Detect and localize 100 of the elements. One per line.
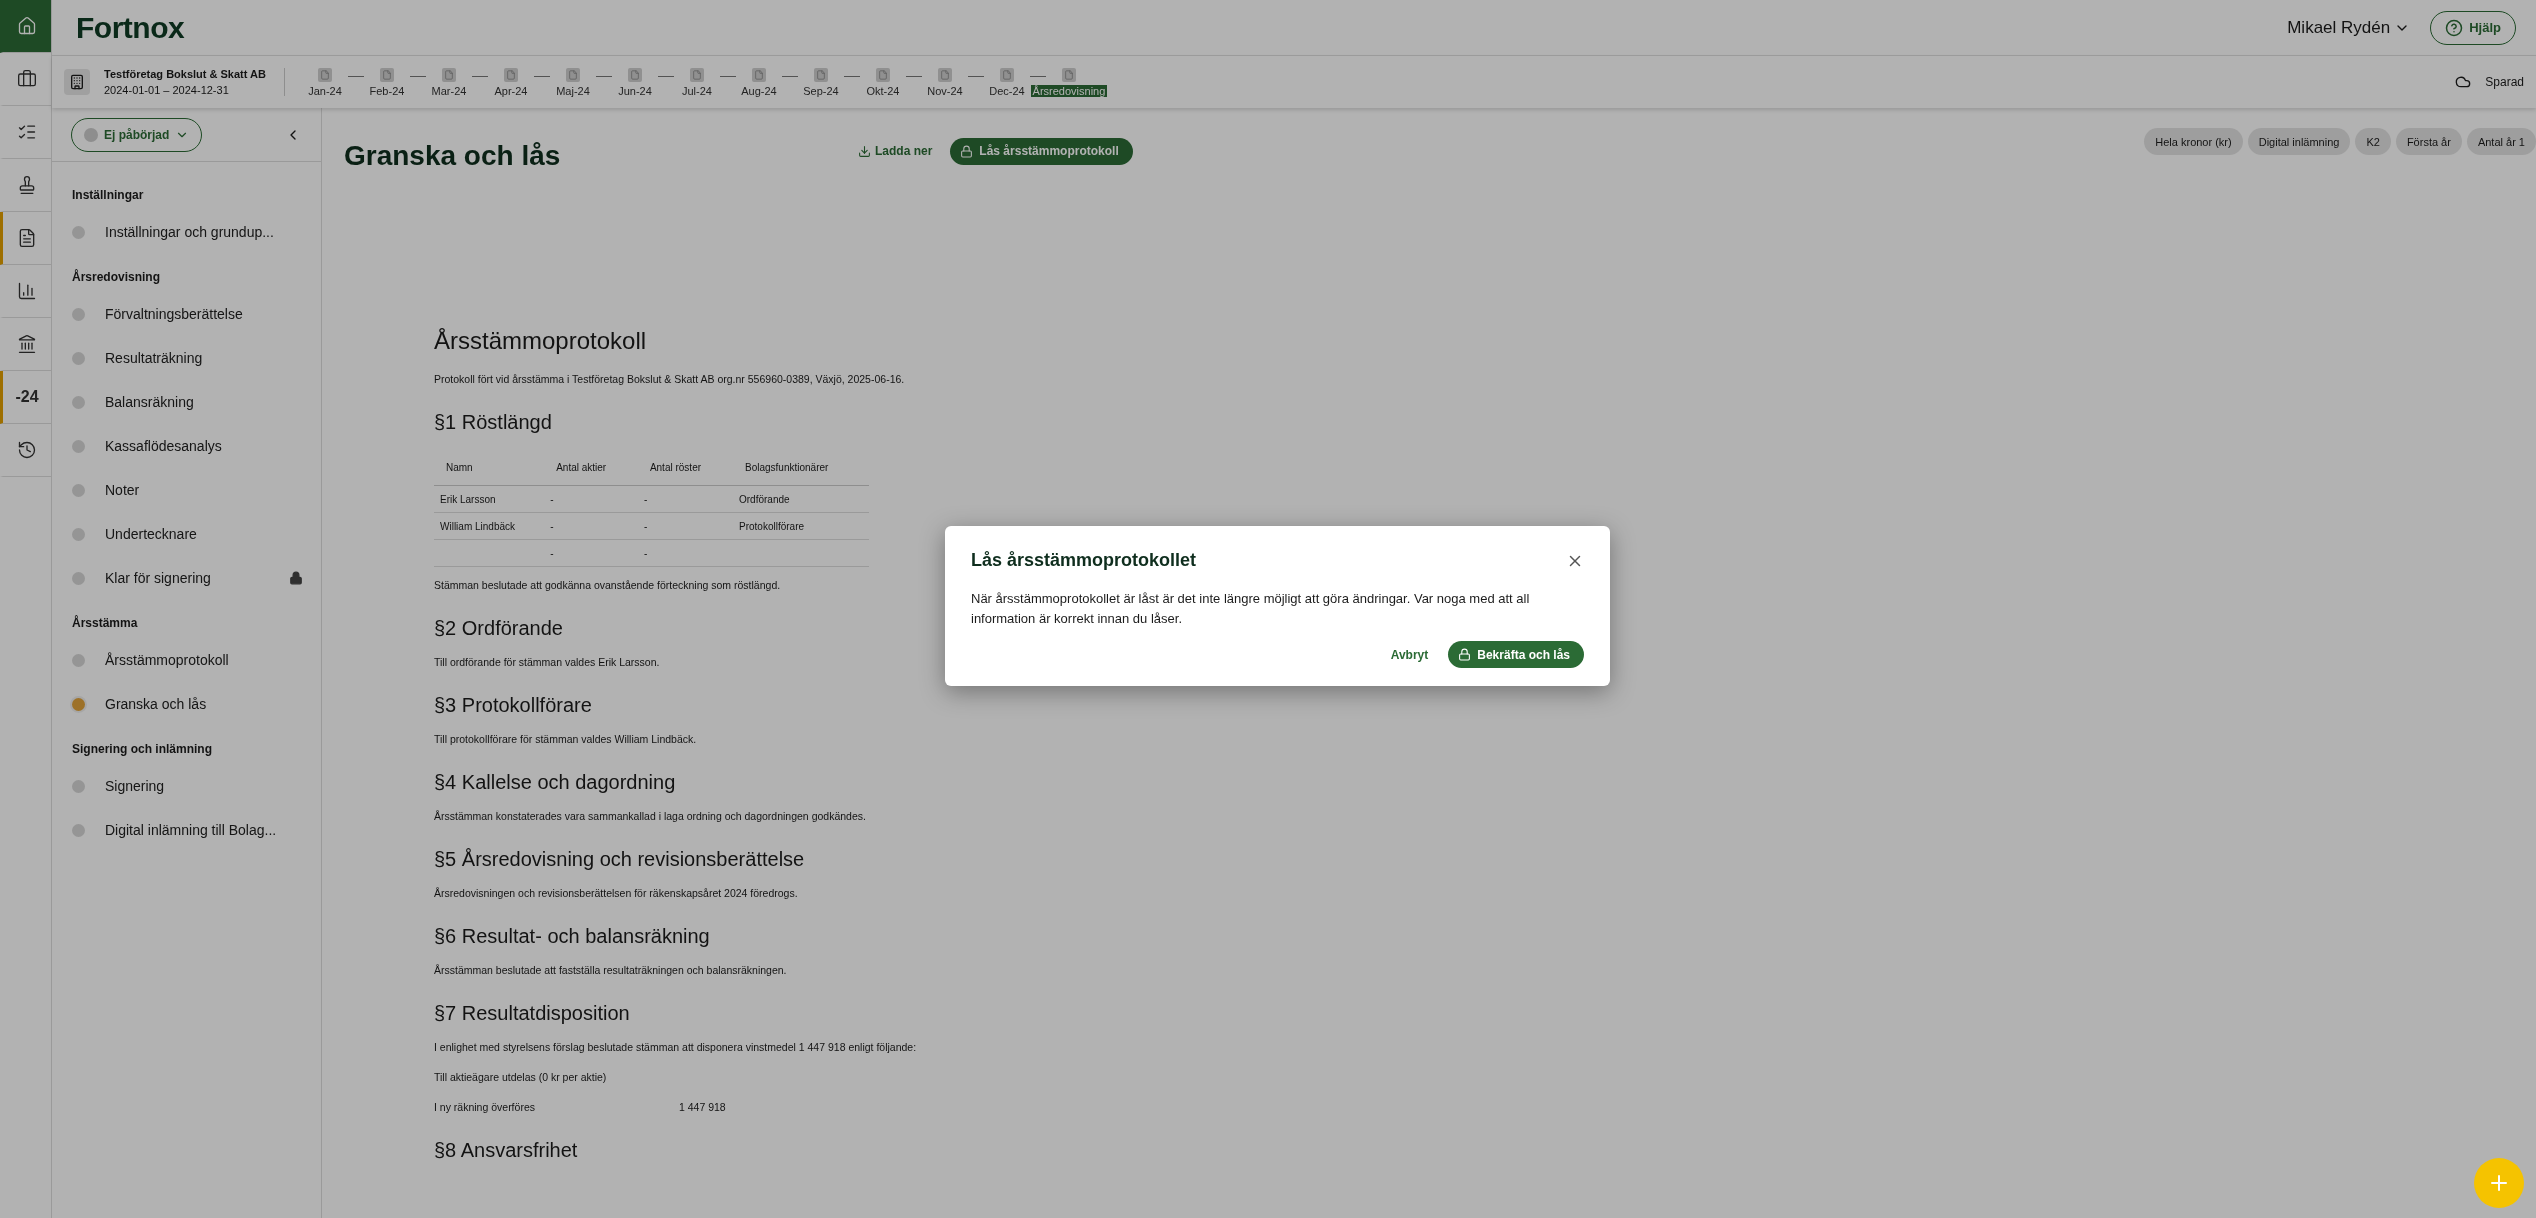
- period-tab[interactable]: Årsredovisning: [1030, 84, 1108, 97]
- paragraph: Till protokollförare för stämman valdes William Lindbäck.: [434, 733, 697, 745]
- file-icon: [813, 67, 828, 82]
- nav-item[interactable]: Digital inlämning till Bolag...: [105, 822, 303, 838]
- setting-tag: K2: [2355, 128, 2391, 155]
- file-icon: [379, 67, 394, 82]
- document-title: Årsstämmoprotokoll: [434, 327, 648, 355]
- period-tab[interactable]: Jul-24: [680, 84, 714, 97]
- table-cell: -: [544, 539, 638, 567]
- file-icon: [503, 67, 518, 82]
- section-heading: §4 Kallelse och dagordning: [434, 771, 676, 794]
- file-icon: [441, 67, 456, 82]
- file-icon: [565, 67, 580, 82]
- save-status: Sparad: [2485, 75, 2524, 89]
- paragraph: Protokoll fört vid årsstämma i Testföretag Bokslut & Skatt AB org.nr 556960-0389, Växjö, 2025-06-16.: [434, 373, 905, 385]
- paragraph: Till ordförande för stämman valdes Erik Larsson.: [434, 656, 660, 668]
- status-dropdown[interactable]: Ej påbörjad: [71, 117, 203, 152]
- paragraph: Årsstämman konstaterades vara sammankallad i laga ordning och dagordningen godkändes.: [434, 810, 866, 822]
- year-tab[interactable]: -24: [0, 371, 51, 424]
- table-cell: Protokollförare: [733, 512, 869, 540]
- period-tab[interactable]: Maj-24: [554, 84, 592, 97]
- checklist-icon: [17, 122, 37, 142]
- lock-icon: [1458, 648, 1472, 661]
- logo: Fortnox: [76, 10, 186, 45]
- lock-button[interactable]: Lås årsstämmoprotokoll: [950, 137, 1133, 165]
- history-icon: [17, 440, 37, 460]
- amount-value: 1 447 918: [679, 1101, 726, 1113]
- period-tab[interactable]: Jun-24: [616, 84, 654, 97]
- period-tab[interactable]: Mar-24: [429, 84, 469, 97]
- table-cell: -: [637, 485, 733, 513]
- help-icon: [2445, 18, 2464, 37]
- amount-label: I ny räkning överföres: [434, 1101, 536, 1113]
- nav-item[interactable]: Förvaltningsberättelse: [105, 306, 303, 322]
- download-icon: [858, 144, 871, 158]
- paragraph: Årsredovisningen och revisionsberättelsen för räkenskapsåret 2024 föredrogs.: [434, 887, 798, 899]
- column-header: Antal aktier: [544, 450, 638, 486]
- help-button[interactable]: Hjälp: [2430, 10, 2516, 45]
- period-tab[interactable]: Okt-24: [864, 84, 902, 97]
- nav-item[interactable]: Inställningar och grundup...: [105, 224, 303, 240]
- section-heading: §2 Ordförande: [434, 617, 563, 640]
- column-header: Antal röster: [637, 450, 733, 486]
- setting-tag: Antal år 1: [2466, 128, 2536, 155]
- table-cell: -: [637, 539, 733, 567]
- paragraph: Årsstämman beslutade att fastställa resultaträkningen och balansräkningen.: [434, 964, 787, 976]
- section-heading: §6 Resultat- och balansräkning: [434, 925, 710, 948]
- file-icon: [1061, 67, 1076, 82]
- period-tab[interactable]: Dec-24: [987, 84, 1027, 97]
- file-icon: [317, 67, 332, 82]
- column-header: Bolagsfunktionärer: [733, 450, 869, 486]
- period-tab[interactable]: Apr-24: [492, 84, 530, 97]
- column-header: Namn: [434, 450, 545, 486]
- period-tab[interactable]: Jan-24: [306, 84, 344, 97]
- fiscal-period: 2024-01-01 – 2024-12-31: [104, 84, 230, 96]
- building-icon: [64, 69, 90, 95]
- status-icon: [84, 127, 98, 142]
- section-title: Årsredovisning: [72, 270, 162, 284]
- section-title: Signering och inlämning: [72, 742, 213, 756]
- paragraph: I enlighet med styrelsens förslag beslutade stämman att disponera vinstmedel 1 447 918 enligt följande:: [434, 1041, 917, 1053]
- section-heading: §7 Resultatdisposition: [434, 1002, 630, 1025]
- file-icon: [689, 67, 704, 82]
- section-title: Årsstämma: [72, 616, 139, 630]
- nav-item[interactable]: Kassaflödesanalys: [105, 438, 303, 454]
- nav-item[interactable]: Klar för signering: [105, 570, 269, 586]
- nav-item[interactable]: Balansräkning: [105, 394, 303, 410]
- nav-item[interactable]: Undertecknare: [105, 526, 303, 542]
- briefcase-icon: [17, 69, 37, 89]
- table-cell: -: [544, 485, 638, 513]
- setting-tag: Hela kronor (kr): [2144, 128, 2243, 155]
- stamp-icon: [17, 175, 37, 195]
- nav-item[interactable]: Noter: [105, 482, 303, 498]
- table-cell: Ordförande: [733, 485, 869, 513]
- confirm-button[interactable]: Bekräfta och lås: [1448, 641, 1584, 668]
- period-tab[interactable]: Sep-24: [801, 84, 841, 97]
- cancel-button[interactable]: Avbryt: [1384, 646, 1435, 663]
- user-menu[interactable]: Mikael Rydén: [2287, 17, 2411, 38]
- section-heading: §5 Årsredovisning och revisionsberättelse: [434, 848, 805, 871]
- file-icon: [999, 67, 1014, 82]
- period-tab[interactable]: Nov-24: [925, 84, 965, 97]
- period-tab[interactable]: Aug-24: [739, 84, 779, 97]
- setting-tag: Digital inlämning: [2247, 128, 2351, 155]
- bar-chart-icon: [17, 281, 37, 301]
- nav-item[interactable]: Resultaträkning: [105, 350, 303, 366]
- home-icon: [17, 16, 37, 36]
- table-cell: -: [544, 512, 638, 540]
- file-icon: [627, 67, 642, 82]
- company-name: Testföretag Bokslut & Skatt AB: [104, 68, 266, 80]
- download-button[interactable]: Ladda ner: [852, 143, 939, 159]
- bank-icon: [17, 334, 37, 354]
- table-cell: Erik Larsson: [434, 485, 545, 513]
- paragraph: Stämman beslutade att godkänna ovanstående förteckning som röstlängd.: [434, 579, 781, 591]
- nav-item[interactable]: Signering: [105, 778, 303, 794]
- dialog-message: När årsstämmoprotokollet är låst är det inte längre möjligt att göra ändringar. Var noga med att all information är korrekt innan du låser.: [971, 590, 1531, 628]
- nav-item[interactable]: Årsstämmoprotokoll: [105, 652, 303, 668]
- file-icon: [937, 67, 952, 82]
- period-tab[interactable]: Feb-24: [367, 84, 407, 97]
- section-heading: §1 Röstlängd: [434, 411, 552, 434]
- section-heading: §8 Ansvarsfrihet: [434, 1139, 578, 1162]
- paragraph: Till aktieägare utdelas (0 kr per aktie): [434, 1071, 607, 1083]
- nav-item[interactable]: Granska och lås: [105, 696, 303, 712]
- file-icon: [751, 67, 766, 82]
